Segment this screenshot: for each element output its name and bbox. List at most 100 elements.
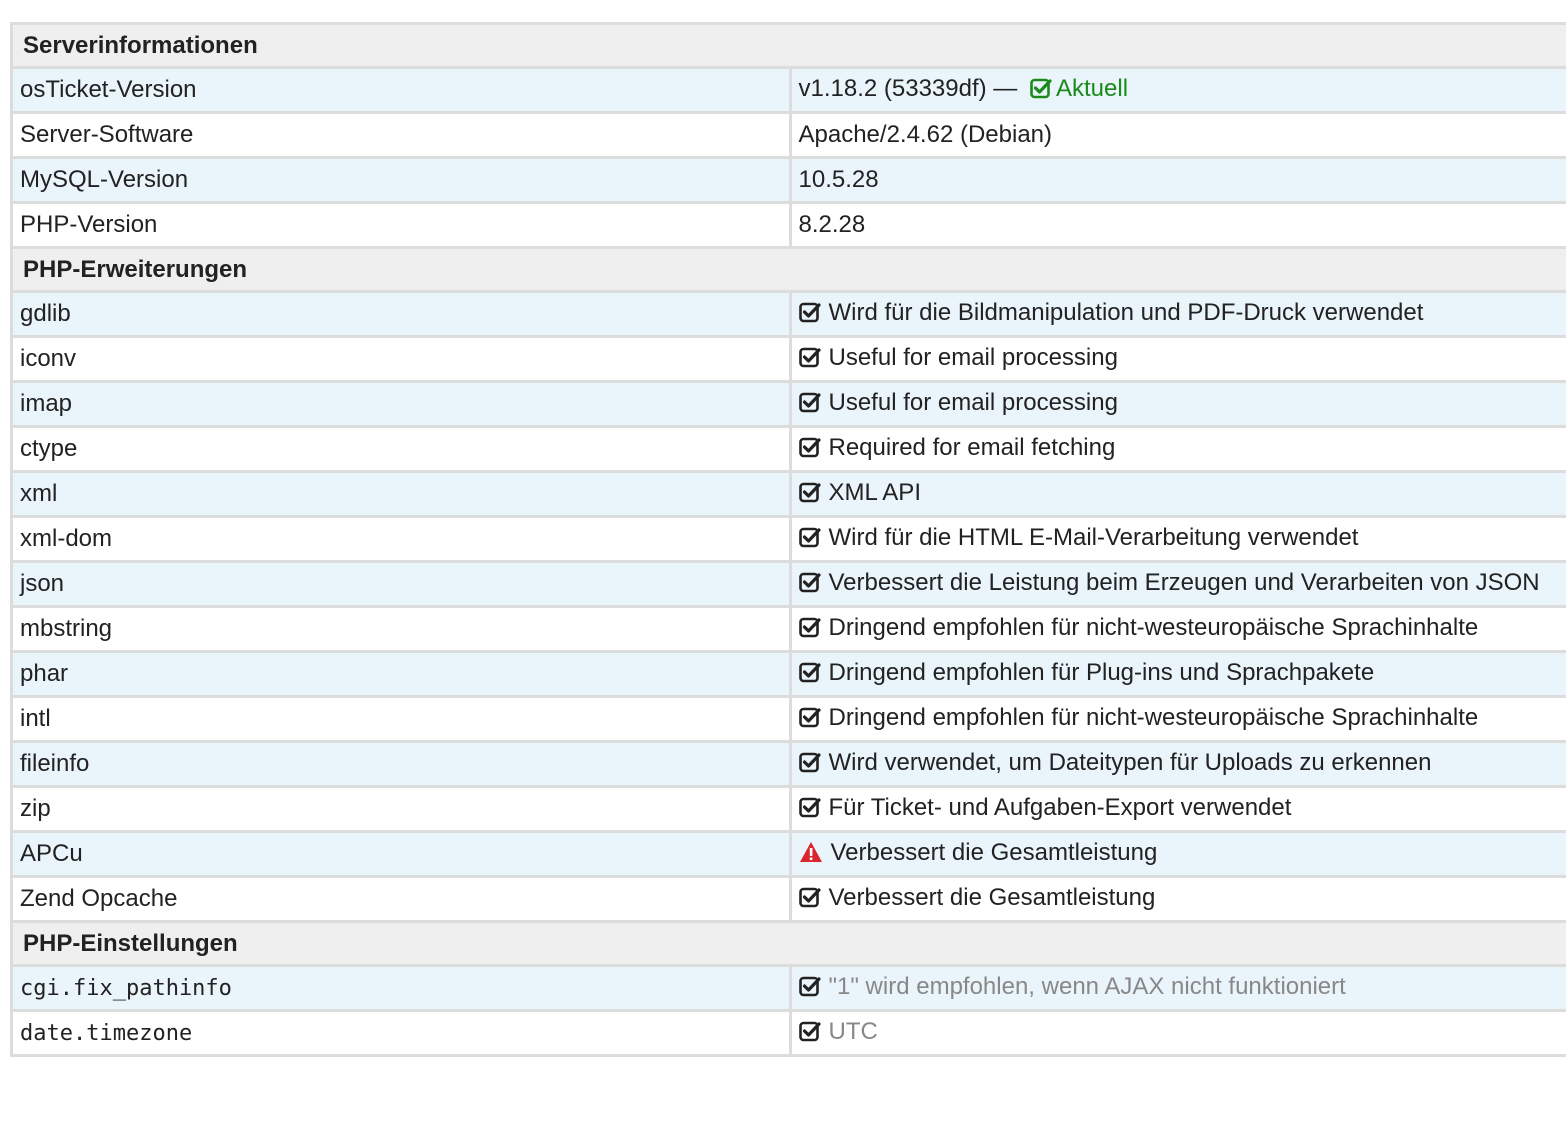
row-description: XML API [828,478,921,506]
table-row: imap Useful for email processing [10,380,1566,428]
check-square-icon [798,481,821,510]
row-key: Zend Opcache [10,875,792,923]
table-row: osTicket-Version v1.18.2 (53339df) — Akt… [10,66,1566,114]
row-key: mbstring [10,605,792,653]
check-square-icon [798,975,821,1004]
row-description: "1" wird empfohlen, wenn AJAX nicht funk… [828,972,1346,1000]
row-key: fileinfo [10,740,792,788]
row-key: cgi.fix_pathinfo [10,964,792,1012]
row-value: Useful for email processing [788,380,1566,428]
row-value: Useful for email processing [788,335,1566,383]
table-row: xml-dom Wird für die HTML E-Mail-Verarbei… [10,515,1566,563]
row-value: Wird für die Bildmanipulation und PDF-Dr… [788,290,1566,338]
row-description: Useful for email processing [828,388,1118,416]
check-square-icon [798,346,821,375]
extensions-rows: gdlib Wird für die Bildmanipulation und P… [10,290,1566,923]
section-header-server: Serverinformationen [10,22,1566,69]
row-description: Dringend empfohlen für nicht-westeuropäi… [828,613,1479,641]
settings-rows: cgi.fix_pathinfo "1" wird empfohlen, wenn… [10,964,1566,1057]
row-description: Dringend empfohlen für Plug-ins und Spra… [828,658,1375,686]
check-square-icon [798,886,821,915]
check-square-icon [1030,77,1052,106]
row-description: Verbessert die Leistung beim Erzeugen un… [828,568,1540,596]
row-value: v1.18.2 (53339df) — Aktuell [788,66,1566,114]
status-badge: Aktuell [1055,74,1129,102]
table-row: ctype Required for email fetching [10,425,1566,473]
row-key: json [10,560,792,608]
row-description: UTC [828,1017,878,1045]
row-value: Verbessert die Gesamtleistung [788,830,1566,878]
row-key: intl [10,695,792,743]
table-row: json Verbessert die Leistung beim Erzeuge… [10,560,1566,608]
check-square-icon [798,526,821,555]
row-value: Wird für die HTML E-Mail-Verarbeitung ve… [788,515,1566,563]
table-row: fileinfo Wird verwendet, um Dateitypen fü… [10,740,1566,788]
check-square-icon [798,1020,821,1049]
section-title: PHP-Einstellungen [10,920,1566,967]
version-text: v1.18.2 (53339df) — [798,74,1018,102]
table-row: PHP-Version 8.2.28 [10,201,1566,249]
check-square-icon [798,436,821,465]
row-value: Verbessert die Leistung beim Erzeugen un… [788,560,1566,608]
row-value: Dringend empfohlen für nicht-westeuropäi… [788,605,1566,653]
row-key: xml-dom [10,515,792,563]
row-key: MySQL-Version [10,156,792,204]
warning-icon [799,841,823,870]
table-row: date.timezone UTC [10,1009,1566,1057]
row-description: Wird für die Bildmanipulation und PDF-Dr… [828,298,1424,326]
row-key: iconv [10,335,792,383]
row-description: Wird verwendet, um Dateitypen für Upload… [828,748,1432,776]
check-square-icon [798,616,821,645]
section-header-settings: PHP-Einstellungen [10,920,1566,967]
check-square-icon [798,571,821,600]
row-description: Für Ticket- und Aufgaben-Export verwende… [828,793,1292,821]
check-square-icon [798,796,821,825]
row-value: Dringend empfohlen für Plug-ins und Spra… [788,650,1566,698]
row-key: phar [10,650,792,698]
row-key: Server-Software [10,111,792,159]
table-row: MySQL-Version 10.5.28 [10,156,1566,204]
server-info-panel: Serverinformationen osTicket-Version v1.… [10,22,1566,1057]
check-square-icon [798,706,821,735]
check-square-icon [798,301,821,330]
check-square-icon [798,391,821,420]
check-square-icon [798,751,821,780]
row-value: Apache/2.4.62 (Debian) [788,111,1566,159]
row-key: imap [10,380,792,428]
row-key: PHP-Version [10,201,792,249]
check-square-icon [798,661,821,690]
row-description: Wird für die HTML E-Mail-Verarbeitung ve… [828,523,1359,551]
row-value: Wird verwendet, um Dateitypen für Upload… [788,740,1566,788]
row-value: Für Ticket- und Aufgaben-Export verwende… [788,785,1566,833]
table-row: gdlib Wird für die Bildmanipulation und P… [10,290,1566,338]
row-value: Required for email fetching [788,425,1566,473]
table-row: mbstring Dringend empfohlen für nicht-wes… [10,605,1566,653]
section-header-extensions: PHP-Erweiterungen [10,246,1566,293]
row-key: osTicket-Version [10,66,792,114]
row-value: XML API [788,470,1566,518]
section-title: PHP-Erweiterungen [10,246,1566,293]
row-description: Dringend empfohlen für nicht-westeuropäi… [828,703,1479,731]
row-key: date.timezone [10,1009,792,1057]
table-row: cgi.fix_pathinfo "1" wird empfohlen, wenn… [10,964,1566,1012]
row-key: ctype [10,425,792,473]
row-value: "1" wird empfohlen, wenn AJAX nicht funk… [788,964,1566,1012]
table-row: xml XML API [10,470,1566,518]
row-key: APCu [10,830,792,878]
table-row: intl Dringend empfohlen für nicht-westeur… [10,695,1566,743]
row-value: 8.2.28 [788,201,1566,249]
row-value: 10.5.28 [788,156,1566,204]
row-value: Dringend empfohlen für nicht-westeuropäi… [788,695,1566,743]
row-description: Verbessert die Gesamtleistung [828,883,1156,911]
row-key: zip [10,785,792,833]
table-row: Server-Software Apache/2.4.62 (Debian) [10,111,1566,159]
row-key: gdlib [10,290,792,338]
row-description: Useful for email processing [828,343,1118,371]
server-info-table: Serverinformationen osTicket-Version v1.… [10,22,1566,1057]
table-row: phar Dringend empfohlen für Plug-ins und … [10,650,1566,698]
row-description: Verbessert die Gesamtleistung [830,838,1158,866]
table-row: APCu Verbessert die Gesamtleistung [10,830,1566,878]
row-value: UTC [788,1009,1566,1057]
row-description: Required for email fetching [828,433,1116,461]
section-title: Serverinformationen [10,22,1566,69]
